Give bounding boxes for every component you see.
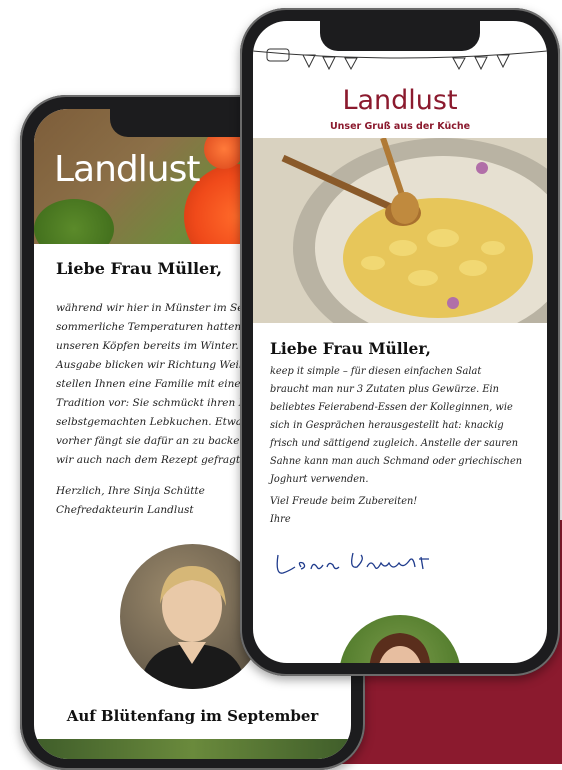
front-phone: Landlust Unser Gruß aus der Küche Liebe … [240, 8, 560, 676]
sign-line: Chefredakteurin Landlust [56, 504, 194, 516]
recipe-intro-text: keep it simple – für diesen einfachen Sa… [270, 363, 545, 489]
phone-notch [320, 21, 480, 51]
text-line: beliebtes Feierabend-Essen der Kolleginn… [270, 402, 513, 413]
landlust-logo: Landlust [342, 85, 458, 116]
sign-line: Ihre [270, 514, 291, 525]
sign-line: Herzlich, Ihre Sinja Schütte [56, 485, 205, 497]
sign-off: Viel Freude beim Zubereiten! Ihre [270, 493, 417, 529]
text-line: Sahne kann man auch Schmand oder griechi… [270, 456, 523, 467]
phone-notch [110, 109, 260, 137]
sign-line: Viel Freude beim Zubereiten! [270, 496, 418, 507]
text-line: keep it simple – für diesen einfachen Sa… [270, 366, 482, 377]
text-line: sich in Gesprächen herausgestellt hat: k… [270, 420, 504, 431]
salad-hero-image [253, 138, 547, 323]
greeting-heading: Liebe Frau Müller, [56, 259, 223, 278]
text-line: frisch und sättigend zugleich. Anstelle … [270, 438, 519, 449]
greeting-heading: Liebe Frau Müller, [270, 339, 431, 358]
newsletter-tagline: Unser Gruß aus der Küche [329, 121, 471, 132]
front-phone-screen: Landlust Unser Gruß aus der Küche Liebe … [253, 21, 547, 663]
handwritten-signature [273, 549, 443, 588]
text-line: Joghurt verwenden. [270, 474, 369, 485]
author-portrait [339, 615, 461, 663]
sign-off: Herzlich, Ihre Sinja Schütte Chefredakte… [56, 482, 205, 520]
landlust-logo: Landlust [54, 149, 200, 190]
text-line: braucht man nur 3 Zutaten plus Gewürze. … [270, 384, 499, 395]
section-image [34, 739, 351, 759]
section-heading: Auf Blütenfang im September [66, 707, 319, 725]
